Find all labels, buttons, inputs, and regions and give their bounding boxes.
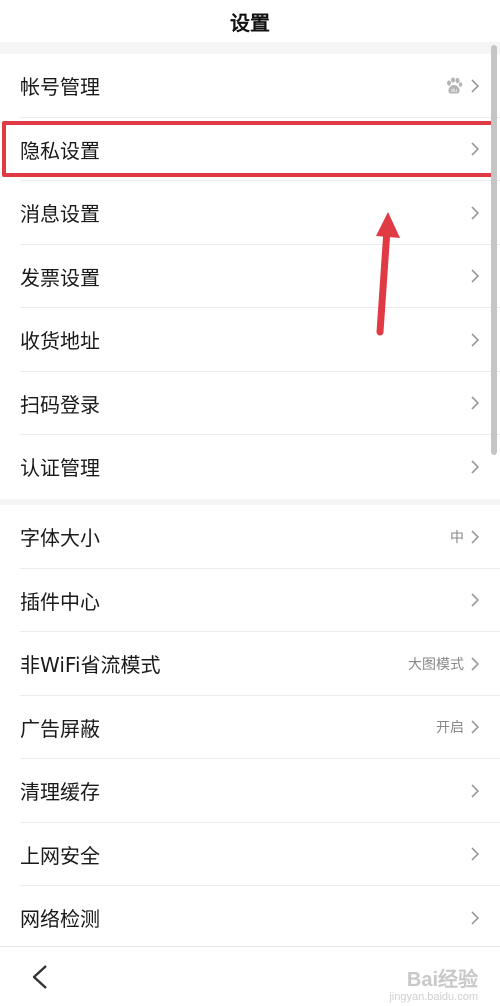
general-settings-group: 字体大小 中 插件中心 非WiFi省流模式 大图模式 广告屏蔽 开启 清理缓存 …	[0, 505, 500, 950]
chevron-right-icon	[471, 206, 480, 220]
row-value: 大图模式	[408, 656, 464, 673]
row-clear-cache[interactable]: 清理缓存	[0, 759, 500, 823]
chevron-right-icon	[471, 460, 480, 474]
chevron-right-icon	[471, 269, 480, 283]
chevron-right-icon	[471, 847, 480, 861]
annotation-arrow-icon	[376, 212, 400, 336]
row-verification-management[interactable]: 认证管理	[0, 435, 500, 499]
row-label: 字体大小	[20, 526, 100, 551]
bottom-toolbar: Bai经验 jingyan.baidu.com	[0, 946, 500, 1006]
chevron-right-icon	[471, 79, 480, 93]
chevron-right-icon	[471, 396, 480, 410]
row-label: 扫码登录	[20, 392, 100, 417]
row-privacy-settings[interactable]: 隐私设置	[0, 118, 500, 182]
row-shipping-address[interactable]: 收货地址	[0, 308, 500, 372]
row-label: 认证管理	[20, 456, 100, 481]
row-value: 开启	[436, 720, 464, 737]
chevron-right-icon	[471, 142, 480, 156]
row-label: 隐私设置	[20, 138, 100, 163]
baidu-paw-icon: du	[447, 77, 463, 94]
svg-text:du: du	[451, 88, 457, 94]
row-browsing-security[interactable]: 上网安全	[0, 823, 500, 887]
row-label: 帐号管理	[20, 75, 100, 100]
chevron-right-icon	[471, 530, 480, 544]
page-title: 设置	[230, 10, 270, 35]
row-label: 插件中心	[20, 589, 100, 614]
row-font-size[interactable]: 字体大小 中	[0, 505, 500, 569]
row-plugin-center[interactable]: 插件中心	[0, 569, 500, 633]
row-label: 清理缓存	[20, 780, 100, 805]
chevron-right-icon	[471, 593, 480, 607]
row-label: 广告屏蔽	[20, 716, 100, 741]
chevron-right-icon	[471, 720, 480, 734]
scrollbar-thumb[interactable]	[491, 45, 497, 455]
row-account-management[interactable]: 帐号管理 du	[0, 54, 500, 118]
row-label: 网络检测	[20, 907, 100, 932]
baidu-jingyan-watermark: Bai经验 jingyan.baidu.com	[389, 963, 478, 1003]
row-label: 上网安全	[20, 843, 100, 868]
account-settings-group: 帐号管理 du 隐私设置 消息设置 发票设置 收货地址 扫码登录 认证管理	[0, 54, 500, 499]
row-invoice-settings[interactable]: 发票设置	[0, 245, 500, 309]
row-qr-login[interactable]: 扫码登录	[0, 372, 500, 436]
chevron-right-icon	[471, 333, 480, 347]
watermark-url: jingyan.baidu.com	[389, 991, 478, 1003]
row-label: 非WiFi省流模式	[20, 653, 161, 678]
chevron-right-icon	[471, 784, 480, 798]
header-bar: 设置	[0, 0, 500, 42]
chevron-right-icon	[471, 911, 480, 925]
row-message-settings[interactable]: 消息设置	[0, 181, 500, 245]
row-ad-blocking[interactable]: 广告屏蔽 开启	[0, 696, 500, 760]
row-non-wifi-data-saving[interactable]: 非WiFi省流模式 大图模式	[0, 632, 500, 696]
watermark-text: Bai经验	[406, 969, 478, 991]
row-value: 中	[450, 529, 464, 546]
chevron-right-icon	[471, 657, 480, 671]
back-arrow-icon[interactable]	[28, 963, 52, 991]
row-network-check[interactable]: 网络检测	[0, 886, 500, 950]
